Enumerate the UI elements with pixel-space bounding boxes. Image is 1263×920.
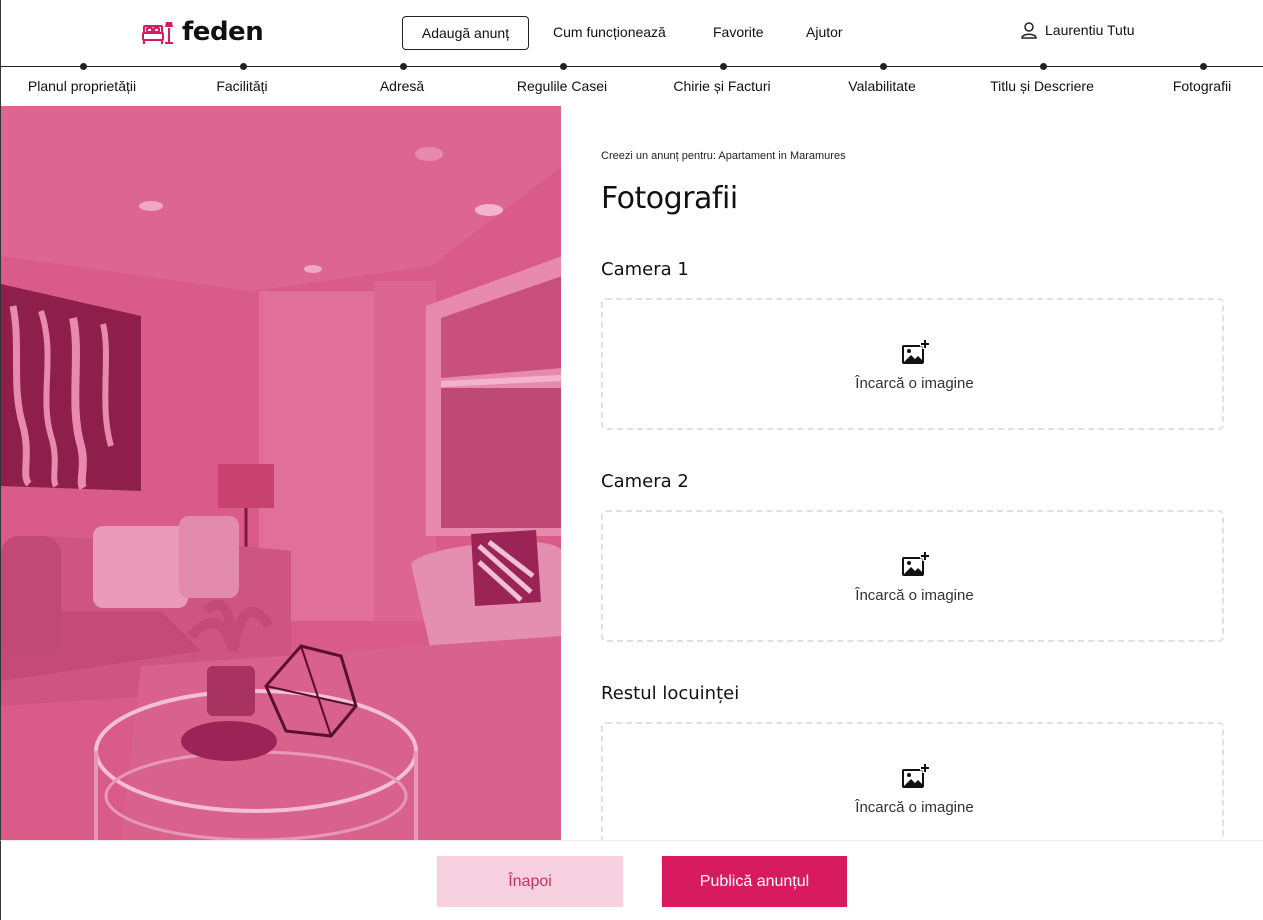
bed-lamp-logo-icon bbox=[142, 22, 173, 44]
section-title-rest-of-home: Restul locuinței bbox=[601, 683, 740, 704]
step-dot bbox=[880, 63, 887, 70]
logo[interactable]: feden bbox=[142, 17, 264, 47]
step-dot bbox=[1040, 63, 1047, 70]
upload-dropzone-room-1[interactable]: Încarcă o imagine bbox=[601, 298, 1224, 430]
stepper-line bbox=[1, 66, 1263, 67]
step-property-plan[interactable]: Planul proprietății bbox=[28, 78, 136, 94]
add-image-icon bbox=[902, 763, 929, 788]
step-dot bbox=[400, 63, 407, 70]
step-dot bbox=[240, 63, 247, 70]
step-facilities[interactable]: Facilități bbox=[216, 78, 267, 94]
step-dot bbox=[720, 63, 727, 70]
section-title-room-2: Camera 2 bbox=[601, 471, 689, 492]
upload-dropzone-room-2[interactable]: Încarcă o imagine bbox=[601, 510, 1224, 642]
nav-link-favorites[interactable]: Favorite bbox=[713, 24, 764, 40]
back-button[interactable]: Înapoi bbox=[437, 856, 623, 907]
upload-label: Încarcă o imagine bbox=[855, 799, 974, 816]
step-photos[interactable]: Fotografii bbox=[1173, 78, 1231, 94]
user-name: Laurentiu Tutu bbox=[1045, 22, 1135, 38]
upload-label: Încarcă o imagine bbox=[855, 375, 974, 392]
step-address[interactable]: Adresă bbox=[380, 78, 424, 94]
page-title: Fotografii bbox=[601, 181, 738, 216]
add-image-icon bbox=[902, 551, 929, 576]
upload-dropzone-rest-of-home[interactable]: Încarcă o imagine bbox=[601, 722, 1224, 854]
step-dot bbox=[80, 63, 87, 70]
step-rent-bills[interactable]: Chirie și Facturi bbox=[673, 78, 770, 94]
top-navbar: feden Adaugă anunț Cum funcționează Favo… bbox=[0, 0, 1263, 66]
brand-name: feden bbox=[182, 17, 264, 47]
upload-label: Încarcă o imagine bbox=[855, 587, 974, 604]
section-title-room-1: Camera 1 bbox=[601, 259, 689, 280]
step-dot bbox=[1200, 63, 1207, 70]
publish-listing-button[interactable]: Publică anunțul bbox=[662, 856, 847, 907]
step-house-rules[interactable]: Regulile Casei bbox=[517, 78, 607, 94]
footer-actions: Înapoi Publică anunțul bbox=[0, 840, 1263, 920]
add-image-icon bbox=[902, 339, 929, 364]
user-icon bbox=[1021, 22, 1037, 39]
hero-room-photo bbox=[0, 106, 561, 840]
step-dot bbox=[560, 63, 567, 70]
form-subtitle: Creezi un anunț pentru: Apartament in Ma… bbox=[601, 150, 846, 162]
step-availability[interactable]: Valabilitate bbox=[848, 78, 915, 94]
progress-stepper: Planul proprietății Facilități Adresă Re… bbox=[0, 63, 1263, 106]
step-title-description[interactable]: Titlu și Descriere bbox=[990, 78, 1094, 94]
user-menu[interactable]: Laurentiu Tutu bbox=[1020, 21, 1135, 39]
nav-link-help[interactable]: Ajutor bbox=[806, 24, 843, 40]
nav-link-how-it-works[interactable]: Cum funcționează bbox=[553, 24, 666, 40]
add-listing-button[interactable]: Adaugă anunț bbox=[402, 16, 529, 50]
